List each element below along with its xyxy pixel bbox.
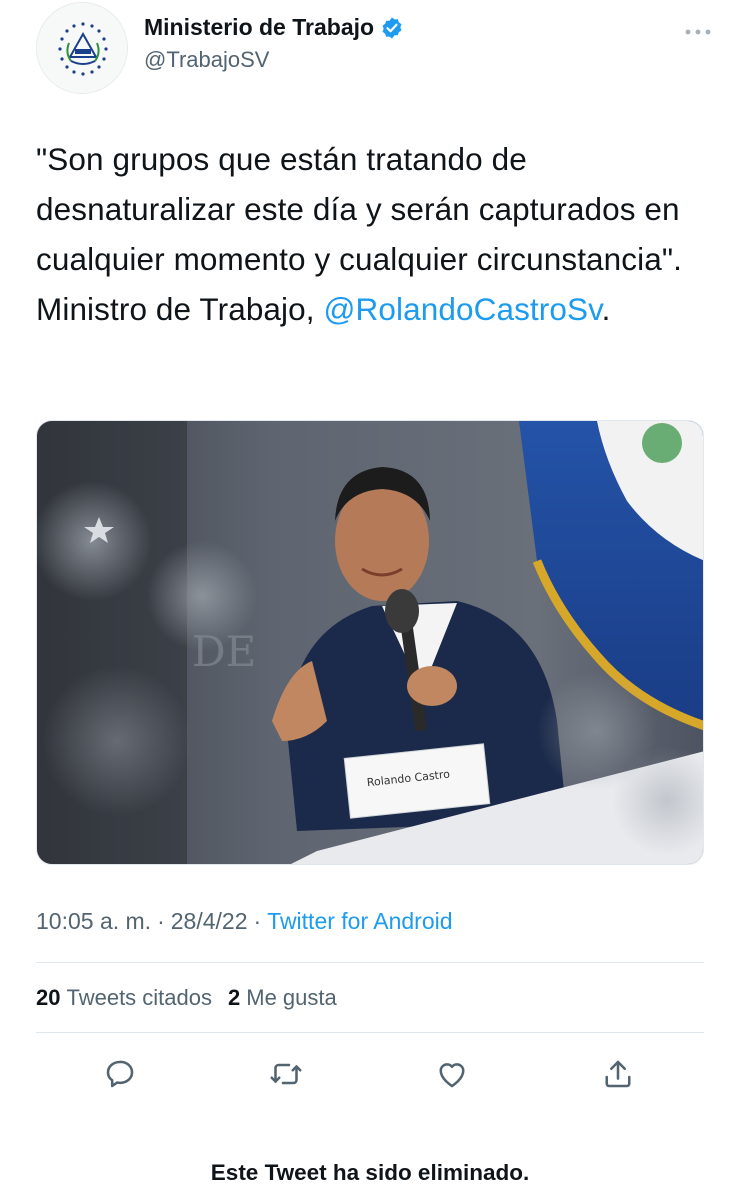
tweet-date[interactable]: 28/4/22 (171, 908, 248, 935)
retweet-icon (270, 1063, 302, 1085)
share-icon (605, 1060, 631, 1088)
like-label: Me gusta (246, 985, 337, 1010)
user-names: Ministerio de Trabajo @TrabajoSV (144, 14, 404, 73)
press-conference-photo: DE Rolando Castro (37, 421, 703, 864)
divider (36, 1032, 704, 1033)
more-options-icon[interactable] (680, 22, 716, 42)
tweet-deleted-notice: Este Tweet ha sido eliminado. (210, 1160, 530, 1185)
divider (36, 962, 704, 963)
like-count: 2 (228, 985, 241, 1010)
like-button[interactable] (430, 1052, 474, 1096)
reply-icon (106, 1060, 134, 1088)
tweet-meta: 10:05 a. m. · 28/4/22 · Twitter for Andr… (36, 908, 453, 935)
likes-stat[interactable]: 2 Me gusta (228, 985, 337, 1011)
avatar[interactable] (36, 2, 128, 94)
quote-label: Tweets citados (66, 985, 212, 1010)
tweet-source-link[interactable]: Twitter for Android (267, 908, 452, 935)
tweet-header: Ministerio de Trabajo @TrabajoSV (36, 0, 716, 100)
tweet-stats: 20 Tweets citados 2 Me gusta (36, 985, 337, 1011)
background-letters: DE (192, 627, 256, 676)
handle[interactable]: @TrabajoSV (144, 47, 404, 73)
mention-link[interactable]: @RolandoCastroSv (323, 291, 601, 327)
tweet-photo[interactable]: DE Rolando Castro (36, 420, 704, 865)
meta-separator: · (253, 908, 262, 934)
tweet-text-end: . (601, 291, 611, 327)
action-bar (0, 1052, 740, 1096)
quote-tweets-stat[interactable]: 20 Tweets citados (36, 985, 212, 1011)
tweet-time[interactable]: 10:05 a. m. (36, 908, 151, 935)
display-name-row: Ministerio de Trabajo (144, 14, 404, 41)
heart-icon (439, 1063, 465, 1088)
display-name[interactable]: Ministerio de Trabajo (144, 14, 374, 41)
tweet-text: "Son grupos que están tratando de desnat… (36, 134, 706, 334)
reply-button[interactable] (98, 1052, 142, 1096)
el-salvador-coat-of-arms-icon (37, 3, 127, 93)
quote-count: 20 (36, 985, 61, 1010)
retweet-button[interactable] (264, 1052, 308, 1096)
verified-badge-icon (380, 16, 404, 40)
meta-separator: · (157, 908, 165, 934)
share-button[interactable] (596, 1052, 640, 1096)
